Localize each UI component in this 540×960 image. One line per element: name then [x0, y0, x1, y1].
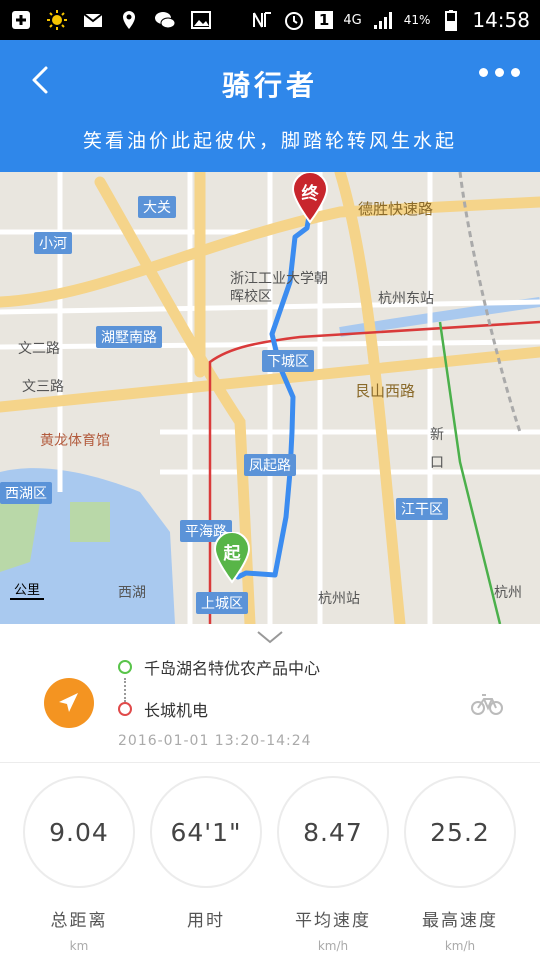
route-connector — [124, 678, 126, 702]
stat-duration: 64'1" 用时 — [150, 776, 262, 939]
route-map[interactable]: 大关 小河 德胜快速路 浙江工业大学朝晖校区 杭州东站 湖墅南路 文二路 文三路… — [0, 172, 540, 624]
stat-distance-unit: km — [69, 939, 89, 953]
alarm-icon — [284, 12, 303, 30]
clock: 14:58 — [472, 8, 530, 32]
map-label-jianggan: 江干区 — [396, 498, 448, 520]
map-label-huanglong: 黄龙体育馆 — [40, 433, 110, 449]
end-dot-icon — [118, 702, 132, 716]
plus-icon — [12, 11, 30, 29]
map-scale: 公里 — [10, 579, 45, 600]
navigation-arrow-icon — [59, 693, 78, 712]
stat-max-speed-label: 最高速度 — [422, 911, 498, 931]
stat-avg-speed-label: 平均速度 — [295, 911, 371, 931]
sim-indicator: 1 — [314, 11, 334, 29]
trip-start-label: 千岛湖名特优农产品中心 — [144, 659, 321, 678]
bicycle-icon — [471, 694, 503, 715]
park-area-2 — [70, 502, 110, 542]
trip-end-label: 长城机电 — [144, 701, 209, 720]
network-type: 4G — [343, 12, 362, 28]
map-label-zju: 浙江工业大学朝晖校区 — [230, 271, 328, 305]
sun-icon — [47, 10, 67, 30]
chevron-down-icon[interactable] — [256, 630, 284, 644]
stat-duration-label: 用时 — [187, 911, 225, 931]
signal-icon — [373, 12, 392, 29]
stat-max-speed-value: 25.2 — [404, 776, 516, 888]
stat-avg-speed-value: 8.47 — [277, 776, 389, 888]
slogan: 笑看油价此起彼伏，脚踏轮转风生水起 — [82, 130, 457, 152]
stat-duration-value: 64'1" — [150, 776, 262, 888]
battery-icon — [445, 10, 458, 31]
map-label-road-2: 文二路 — [18, 341, 60, 357]
more-options-button[interactable] — [479, 68, 520, 77]
app-header: 骑行者 笑看油价此起彼伏，脚踏轮转风生水起 — [0, 40, 540, 172]
end-pin[interactable]: 终 — [290, 172, 330, 224]
map-label-xiacheng: 下城区 — [262, 350, 314, 372]
map-label-desheng-road: 德胜快速路 — [358, 200, 434, 218]
status-bar: 1 4G 41% 14:58 — [0, 0, 540, 40]
map-label-shangcheng: 上城区 — [196, 592, 248, 614]
stat-max-speed: 25.2 最高速度 km/h — [404, 776, 516, 953]
mail-icon — [83, 13, 103, 27]
trip-time: 2016-01-01 13:20-14:24 — [118, 733, 312, 749]
nfc-icon — [252, 12, 271, 28]
stat-max-speed-unit: km/h — [444, 939, 476, 953]
stat-distance: 9.04 总距离 km — [23, 776, 135, 953]
trip-route: 千岛湖名特优农产品中心 长城机电 — [118, 655, 320, 721]
wechat-icon — [155, 12, 176, 29]
map-label-hushu-south: 湖墅南路 — [96, 326, 162, 348]
battery-percent: 41% — [403, 13, 431, 27]
map-label-xihu-district: 西湖区 — [0, 482, 52, 504]
stat-avg-speed-unit: km/h — [317, 939, 349, 953]
map-label-fengqi: 凤起路 — [244, 454, 296, 476]
map-label-genshan-west: 艮山西路 — [355, 382, 416, 400]
trip-end: 长城机电 — [118, 697, 320, 721]
map-label-road-3: 文三路 — [22, 379, 64, 395]
stat-distance-value: 9.04 — [23, 776, 135, 888]
map-label-daguan: 大关 — [138, 196, 176, 218]
stat-avg-speed: 8.47 平均速度 km/h — [277, 776, 389, 953]
divider — [0, 762, 540, 763]
map-label-xiaohe: 小河 — [34, 232, 72, 254]
map-label-partial-kou: 口 — [430, 455, 444, 471]
stat-distance-label: 总距离 — [50, 911, 108, 931]
map-label-hangzhou-right: 杭州 — [494, 585, 522, 601]
start-dot-icon — [118, 660, 132, 674]
map-canvas — [0, 172, 540, 624]
start-pin-label: 起 — [223, 544, 241, 564]
map-label-hangzhou-station: 杭州站 — [318, 591, 360, 607]
map-label-hangzhou-east: 杭州东站 — [378, 291, 434, 307]
location-icon — [123, 11, 135, 29]
trip-start: 千岛湖名特优农产品中心 — [118, 655, 320, 679]
map-label-partial-xin: 新 — [430, 427, 444, 443]
end-pin-label: 终 — [301, 184, 319, 204]
start-pin[interactable]: 起 — [212, 532, 252, 584]
map-label-xihu: 西湖 — [118, 585, 146, 601]
page-title: 骑行者 — [221, 69, 318, 102]
image-icon — [191, 11, 211, 29]
navigate-button[interactable] — [44, 678, 94, 728]
